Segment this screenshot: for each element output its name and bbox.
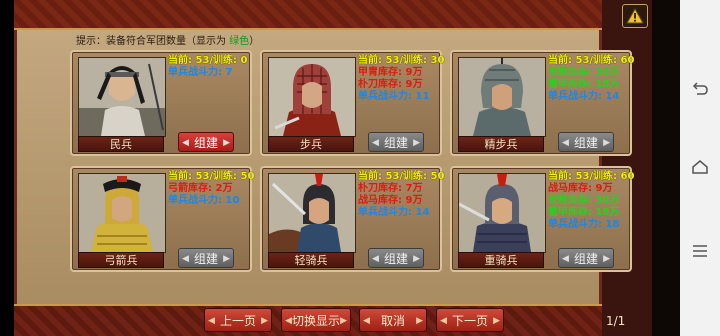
arrow-left-icon: ◀ — [182, 254, 189, 264]
elite-infantry-portrait — [458, 57, 546, 137]
unit-card-light-cavalry: 轻骑兵 当前: 53/训练: 50 朴刀库存: 7万 战马库存: 9万 单兵战斗… — [260, 166, 445, 272]
unit-stats: 当前: 53/训练: 50 弓箭库存: 2万 单兵战斗力: 10 — [168, 171, 255, 207]
stat-line: 朴刀库存: 7万 — [358, 183, 423, 194]
toggle-display-button[interactable]: ◀ 切换显示 ▶ — [281, 308, 351, 332]
hint-prefix: 提示：装备符合军团数量（显示为 — [76, 36, 230, 47]
arrow-left-icon: ◀ — [372, 138, 379, 148]
hint-text: 提示：装备符合军团数量（显示为 绿色） — [76, 32, 259, 47]
stat-line: 长枪库存: 30万 — [548, 67, 620, 78]
stat-line: 重甲库存: 18万 — [548, 79, 620, 90]
arrow-right-icon: ▶ — [261, 316, 268, 326]
arrow-left-icon: ◀ — [372, 254, 379, 264]
toggle-display-label: 切换显示 — [291, 314, 340, 328]
stat-line: 长枪库存: 30万 — [548, 195, 620, 206]
warning-button[interactable] — [622, 4, 648, 28]
page-indicator: 1/1 — [606, 314, 626, 328]
build-button[interactable]: ◀ 组建 ▶ — [558, 132, 614, 152]
back-icon[interactable] — [691, 80, 709, 98]
build-button[interactable]: ◀ 组建 ▶ — [178, 248, 234, 268]
build-button[interactable]: ◀ 组建 ▶ — [178, 132, 234, 152]
build-label: 组建 — [193, 136, 218, 150]
unit-card-militia: 民兵 当前: 53/训练: 0 单兵战斗力: 7 ◀ 组建 ▶ — [70, 50, 252, 156]
arrow-left-icon: ◀ — [182, 138, 189, 148]
unit-stats: 当前: 53/训练: 60 长枪库存: 30万 重甲库存: 18万 单兵战斗力:… — [548, 55, 635, 103]
arrow-right-icon: ▶ — [603, 138, 610, 148]
arrow-right-icon: ▶ — [223, 138, 230, 148]
stat-line: 单兵战斗力: 18 — [548, 219, 620, 230]
warning-icon — [626, 8, 644, 24]
build-label: 组建 — [193, 252, 218, 266]
stat-line: 单兵战斗力: 14 — [548, 91, 620, 102]
arrow-left-icon: ◀ — [363, 316, 370, 326]
unit-name: 轻骑兵 — [268, 252, 354, 268]
prev-page-button[interactable]: ◀ 上一页 ▶ — [204, 308, 272, 332]
build-label: 组建 — [573, 252, 598, 266]
unit-card-archer: 弓箭兵 当前: 53/训练: 50 弓箭库存: 2万 单兵战斗力: 10 ◀ 组… — [70, 166, 255, 272]
stat-line: 当前: 53/训练: 50 — [168, 171, 255, 182]
unit-name: 重骑兵 — [458, 252, 544, 268]
unit-stats: 当前: 53/训练: 0 单兵战斗力: 7 — [168, 55, 252, 79]
arrow-right-icon: ▶ — [413, 254, 420, 264]
archer-portrait — [78, 173, 166, 253]
arrow-right-icon: ▶ — [413, 138, 420, 148]
stat-line: 朴刀库存: 9万 — [358, 79, 423, 90]
stat-line: 弓箭库存: 2万 — [168, 183, 233, 194]
next-page-label: 下一页 — [451, 314, 488, 328]
stat-line: 单兵战斗力: 14 — [358, 207, 430, 218]
arrow-left-icon: ◀ — [285, 316, 292, 326]
stat-line: 当前: 53/训练: 50 — [358, 171, 445, 182]
unit-name: 民兵 — [78, 136, 164, 152]
stat-line: 重甲库存: 18万 — [548, 207, 620, 218]
stat-line: 甲胄库存: 9万 — [358, 67, 423, 78]
hint-suffix: ） — [249, 36, 260, 47]
top-banner — [14, 0, 602, 30]
cancel-label: 取消 — [380, 314, 405, 328]
unit-stats: 当前: 53/训练: 30 甲胄库存: 9万 朴刀库存: 9万 单兵战斗力: 1… — [358, 55, 445, 103]
cancel-button[interactable]: ◀ 取消 ▶ — [359, 308, 427, 332]
arrow-left-icon: ◀ — [562, 138, 569, 148]
prev-page-label: 上一页 — [219, 314, 256, 328]
menu-icon[interactable] — [691, 242, 709, 260]
arrow-left-icon: ◀ — [562, 254, 569, 264]
home-icon[interactable] — [691, 158, 709, 176]
unit-card-infantry: 步兵 当前: 53/训练: 30 甲胄库存: 9万 朴刀库存: 9万 单兵战斗力… — [260, 50, 445, 156]
arrow-right-icon: ▶ — [223, 254, 230, 264]
unit-card-elite-infantry: 精步兵 当前: 53/训练: 60 长枪库存: 30万 重甲库存: 18万 单兵… — [450, 50, 635, 156]
hint-green-word: 绿色 — [229, 36, 250, 47]
stat-line: 当前: 53/训练: 60 — [548, 171, 635, 182]
stat-line: 单兵战斗力: 7 — [168, 67, 233, 78]
arrow-left-icon: ◀ — [440, 316, 447, 326]
stat-line: 当前: 53/训练: 30 — [358, 55, 445, 66]
heavy-cavalry-portrait — [458, 173, 546, 253]
arrow-right-icon: ▶ — [340, 316, 347, 326]
stat-line: 当前: 53/训练: 0 — [168, 55, 248, 66]
unit-name: 精步兵 — [458, 136, 544, 152]
infantry-portrait — [268, 57, 356, 137]
unit-card-heavy-cavalry: 重骑兵 当前: 53/训练: 60 战马库存: 9万 长枪库存: 30万 重甲库… — [450, 166, 635, 272]
stat-line: 战马库存: 9万 — [548, 183, 613, 194]
build-label: 组建 — [573, 136, 598, 150]
unit-name: 弓箭兵 — [78, 252, 164, 268]
unit-stats: 当前: 53/训练: 60 战马库存: 9万 长枪库存: 30万 重甲库存: 1… — [548, 171, 635, 231]
unit-name: 步兵 — [268, 136, 354, 152]
stat-line: 单兵战斗力: 10 — [168, 195, 240, 206]
arrow-right-icon: ▶ — [603, 254, 610, 264]
stat-line: 战马库存: 9万 — [358, 195, 423, 206]
stat-line: 当前: 53/训练: 60 — [548, 55, 635, 66]
build-button[interactable]: ◀ 组建 ▶ — [368, 248, 424, 268]
build-label: 组建 — [383, 136, 408, 150]
militia-portrait — [78, 57, 166, 137]
arrow-left-icon: ◀ — [208, 316, 215, 326]
unit-stats: 当前: 53/训练: 50 朴刀库存: 7万 战马库存: 9万 单兵战斗力: 1… — [358, 171, 445, 219]
build-label: 组建 — [383, 252, 408, 266]
arrow-right-icon: ▶ — [493, 316, 500, 326]
build-button[interactable]: ◀ 组建 ▶ — [368, 132, 424, 152]
arrow-right-icon: ▶ — [416, 316, 423, 326]
stat-line: 单兵战斗力: 11 — [358, 91, 430, 102]
build-button[interactable]: ◀ 组建 ▶ — [558, 248, 614, 268]
light-cavalry-portrait — [268, 173, 356, 253]
next-page-button[interactable]: ◀ 下一页 ▶ — [436, 308, 504, 332]
